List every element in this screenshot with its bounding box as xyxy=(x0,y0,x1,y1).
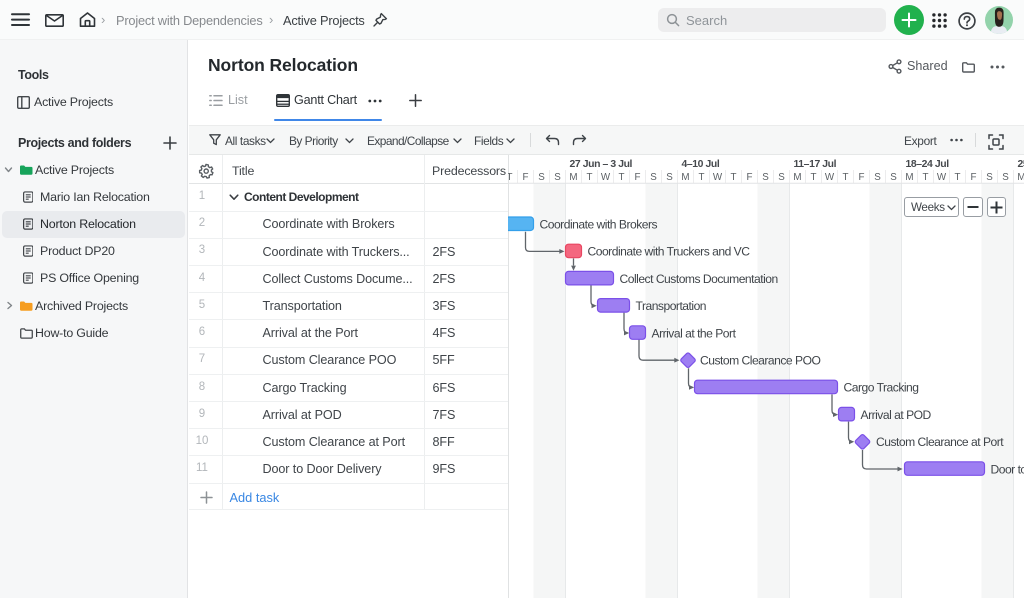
svg-text:T: T xyxy=(699,172,705,183)
svg-text:11–17 Jul: 11–17 Jul xyxy=(794,159,837,170)
svg-text:S: S xyxy=(650,172,657,183)
svg-text:F: F xyxy=(523,172,529,183)
svg-text:S: S xyxy=(666,172,673,183)
svg-text:Arrival at POD: Arrival at POD xyxy=(861,408,932,422)
svg-text:F: F xyxy=(859,172,865,183)
svg-text:S: S xyxy=(778,172,785,183)
svg-text:T: T xyxy=(619,172,625,183)
svg-text:M: M xyxy=(1017,172,1024,183)
svg-text:W: W xyxy=(825,172,835,183)
svg-text:W: W xyxy=(601,172,611,183)
svg-text:Collect Customs Documentation: Collect Customs Documentation xyxy=(620,272,778,286)
svg-text:S: S xyxy=(538,172,545,183)
svg-text:T: T xyxy=(955,172,961,183)
svg-text:Custom Clearance at Port: Custom Clearance at Port xyxy=(876,435,1004,449)
svg-text:S: S xyxy=(986,172,993,183)
svg-text:F: F xyxy=(635,172,641,183)
svg-text:M: M xyxy=(905,172,913,183)
svg-text:27 Jun – 3 Jul: 27 Jun – 3 Jul xyxy=(570,159,633,170)
svg-text:Coordinate with Brokers: Coordinate with Brokers xyxy=(540,218,658,232)
svg-text:T: T xyxy=(843,172,849,183)
svg-text:18–24 Jul: 18–24 Jul xyxy=(906,159,950,170)
svg-text:S: S xyxy=(874,172,881,183)
svg-text:T: T xyxy=(811,172,817,183)
svg-text:Coordinate with Truckers and V: Coordinate with Truckers and VC xyxy=(588,245,751,259)
svg-text:Door to Door Delivery: Door to Door Delivery xyxy=(991,462,1024,476)
svg-text:W: W xyxy=(713,172,723,183)
svg-text:T: T xyxy=(587,172,593,183)
svg-text:S: S xyxy=(1002,172,1009,183)
svg-text:25–31 Jul: 25–31 Jul xyxy=(1018,159,1024,170)
svg-text:W: W xyxy=(937,172,947,183)
svg-text:M: M xyxy=(569,172,577,183)
svg-text:Transportation: Transportation xyxy=(636,299,707,313)
svg-text:F: F xyxy=(971,172,977,183)
svg-text:Custom Clearance POO: Custom Clearance POO xyxy=(700,354,820,368)
svg-text:4–10 Jul: 4–10 Jul xyxy=(682,159,720,170)
svg-text:S: S xyxy=(890,172,897,183)
svg-text:T: T xyxy=(923,172,929,183)
svg-text:M: M xyxy=(681,172,689,183)
svg-text:Cargo Tracking: Cargo Tracking xyxy=(844,381,919,395)
svg-text:T: T xyxy=(731,172,737,183)
svg-text:T: T xyxy=(508,172,513,183)
svg-text:S: S xyxy=(762,172,769,183)
svg-text:F: F xyxy=(747,172,753,183)
svg-text:Arrival at the Port: Arrival at the Port xyxy=(652,326,737,340)
svg-text:S: S xyxy=(554,172,561,183)
svg-text:M: M xyxy=(793,172,801,183)
